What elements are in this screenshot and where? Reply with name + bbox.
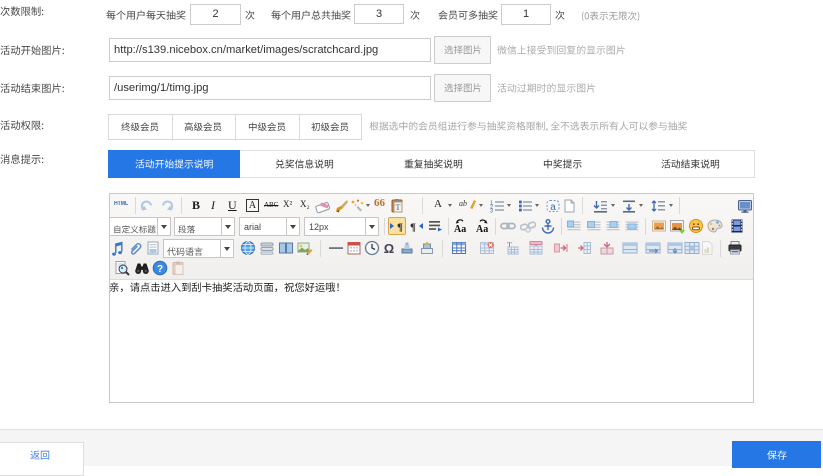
svg-text:Ω: Ω (384, 241, 394, 256)
svg-text:Aa: Aa (454, 224, 466, 234)
svg-text:¶: ¶ (410, 222, 416, 234)
svg-text:¶: ¶ (397, 221, 403, 233)
svg-text:a: a (550, 202, 556, 213)
svg-text:T: T (396, 203, 401, 212)
svg-text:?: ? (157, 264, 163, 275)
svg-text:Aa: Aa (476, 224, 488, 234)
svg-text:3: 3 (490, 208, 493, 214)
